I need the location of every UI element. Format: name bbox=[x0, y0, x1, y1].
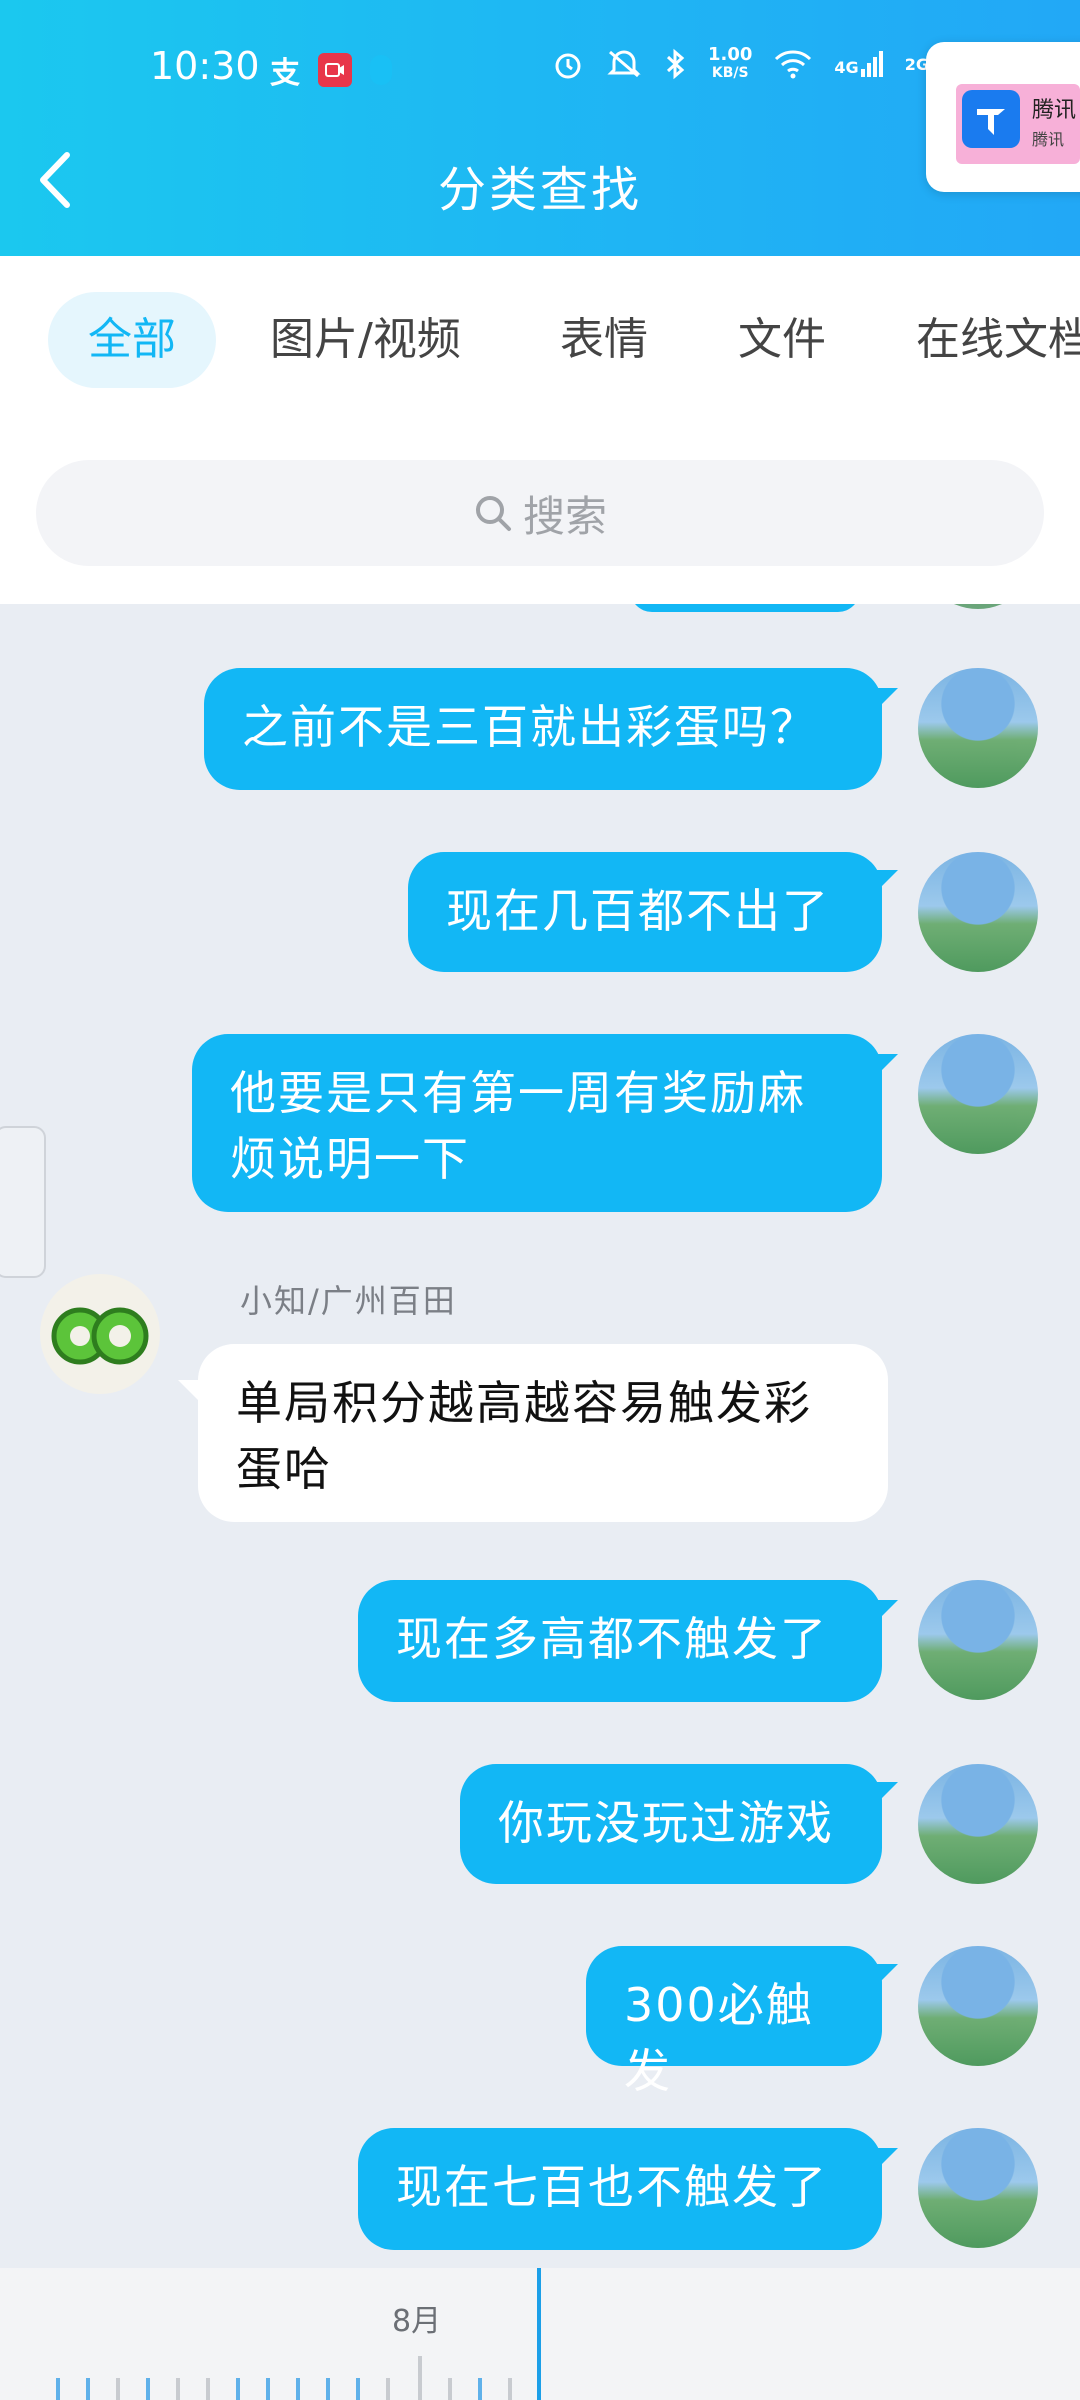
timeline-tick bbox=[56, 2378, 60, 2400]
message-bubble-outgoing[interactable]: 现在多高都不触发了 bbox=[358, 1580, 882, 1702]
timeline-cursor[interactable] bbox=[537, 2268, 541, 2400]
tab-online-docs[interactable]: 在线文档 bbox=[916, 292, 1080, 388]
alipay-icon: 支 bbox=[270, 56, 300, 91]
signal-strength-icon: 4G bbox=[834, 51, 883, 77]
avatar-other[interactable] bbox=[40, 1274, 160, 1394]
widget-title: 腾讯 bbox=[1032, 98, 1077, 123]
search-icon bbox=[475, 496, 511, 531]
widget-subtitle: 腾讯 bbox=[1032, 130, 1065, 149]
chat-messages: 之前不是三百就出彩蛋吗？ 现在几百都不出了 他要是只有第一周有奖励麻烦说明一下 … bbox=[0, 604, 1080, 2268]
network-speed-unit: KB/S bbox=[711, 65, 749, 81]
avatar-self[interactable] bbox=[918, 1764, 1038, 1884]
timeline-tick bbox=[508, 2378, 512, 2400]
bubble-tail bbox=[876, 870, 898, 892]
category-tabs: 全部 图片/视频 表情 文件 在线文档 bbox=[0, 292, 1080, 392]
timeline-tick bbox=[448, 2378, 452, 2400]
timeline-month-label: 8月 bbox=[392, 2304, 442, 2339]
tab-stickers[interactable]: 表情 bbox=[560, 292, 648, 388]
timeline-tick bbox=[116, 2378, 120, 2400]
bubble-tail bbox=[876, 1054, 898, 1076]
avatar-self[interactable] bbox=[918, 852, 1038, 972]
bubble-tail bbox=[876, 1782, 898, 1804]
timeline-tick bbox=[326, 2378, 330, 2400]
timeline-tick bbox=[236, 2378, 240, 2400]
avatar-self[interactable] bbox=[918, 2128, 1038, 2248]
timeline-tick bbox=[206, 2378, 210, 2400]
message-bubble-outgoing[interactable]: 300必触发 bbox=[586, 1946, 882, 2098]
mute-icon bbox=[607, 50, 641, 78]
timeline-tick bbox=[86, 2378, 90, 2400]
bubble-tail bbox=[876, 2148, 898, 2170]
alarm-icon bbox=[555, 53, 581, 79]
search-placeholder: 搜索 bbox=[522, 491, 607, 541]
message-bubble-outgoing[interactable]: 现在几百都不出了 bbox=[408, 852, 882, 972]
status-time: 10:30 bbox=[150, 44, 260, 88]
search-input[interactable]: 搜索 bbox=[36, 460, 1044, 566]
bubble-tail bbox=[178, 1380, 200, 1402]
timeline-tick bbox=[386, 2378, 390, 2400]
status-bar: 10:30 支 1.00 KB/S 4G 2G bbox=[0, 40, 1080, 96]
wifi-icon bbox=[775, 50, 812, 79]
avatar-self[interactable] bbox=[918, 1580, 1038, 1700]
message-bubble-outgoing[interactable]: 之前不是三百就出彩蛋吗？ bbox=[204, 668, 882, 790]
timeline-tick bbox=[356, 2378, 360, 2400]
avatar-self[interactable] bbox=[918, 1034, 1038, 1154]
timeline-tick bbox=[146, 2378, 150, 2400]
network-speed: 1.00 KB/S bbox=[708, 46, 752, 82]
screen-record-icon bbox=[318, 53, 352, 87]
filter-panel: 全部 图片/视频 表情 文件 在线文档 搜索 bbox=[0, 256, 1080, 604]
tab-files[interactable]: 文件 bbox=[738, 292, 826, 388]
app-notification-icon bbox=[370, 55, 392, 85]
tab-images-videos[interactable]: 图片/视频 bbox=[270, 292, 461, 388]
page-title: 分类查找 bbox=[437, 162, 642, 218]
network-speed-value: 1.00 bbox=[708, 44, 753, 65]
message-bubble-outgoing[interactable]: 现在七百也不触发了 bbox=[358, 2128, 882, 2250]
timeline-tick bbox=[176, 2378, 180, 2400]
message-bubble-outgoing[interactable]: 他要是只有第一周有奖励麻烦说明一下 bbox=[192, 1034, 882, 1212]
bubble-tail bbox=[876, 1600, 898, 1622]
timeline-tick bbox=[296, 2378, 300, 2400]
bubble-tail bbox=[876, 1964, 898, 1986]
timeline-tick-major bbox=[418, 2356, 422, 2400]
sender-name: 小知/广州百田 bbox=[240, 1282, 457, 1320]
floating-app-widget[interactable]: 腾讯 腾讯 bbox=[926, 42, 1080, 192]
timeline-tick bbox=[266, 2378, 270, 2400]
message-bubble-incoming[interactable]: 单局积分越高越容易触发彩蛋哈 bbox=[198, 1344, 888, 1522]
avatar-60-logo-icon bbox=[51, 1307, 149, 1365]
bubble-tail bbox=[876, 688, 898, 710]
previous-avatar[interactable] bbox=[918, 604, 1038, 609]
timeline-tick bbox=[478, 2378, 482, 2400]
status-left-icons: 支 bbox=[270, 48, 392, 92]
bluetooth-icon bbox=[666, 48, 685, 80]
message-bubble-outgoing[interactable]: 你玩没玩过游戏 bbox=[460, 1764, 882, 1884]
date-timeline-scrubber[interactable]: 8月 bbox=[0, 2268, 1080, 2400]
previous-message-bubble[interactable] bbox=[630, 604, 860, 612]
side-drawer-handle[interactable] bbox=[0, 1126, 46, 1278]
network-type-label: 4G bbox=[834, 58, 859, 77]
tab-all[interactable]: 全部 bbox=[48, 292, 216, 388]
avatar-self[interactable] bbox=[918, 668, 1038, 788]
avatar-self[interactable] bbox=[918, 1946, 1038, 2066]
app-header: 10:30 支 1.00 KB/S 4G 2G 分类查找 bbox=[0, 0, 1080, 256]
tencent-app-icon bbox=[962, 90, 1020, 148]
